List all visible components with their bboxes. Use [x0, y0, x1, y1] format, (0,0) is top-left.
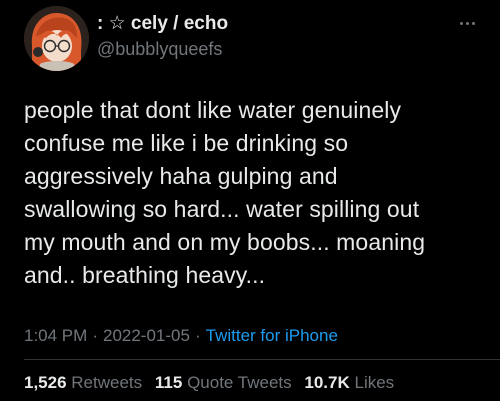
- tweet-text-line: people that dont like water genuinely: [24, 97, 402, 123]
- tweet-text-line: confuse me like i be drinking so: [24, 130, 349, 156]
- tweet-text-line: swallowing so hard... water spilling out: [24, 196, 420, 222]
- likes-count: 10.7K: [304, 373, 350, 392]
- quote-tweets-count: 115: [154, 373, 183, 392]
- meta-separator: ·: [194, 326, 201, 345]
- tweet-text-line: my mouth and on my boobs... moaning: [24, 229, 426, 255]
- tweet-date[interactable]: 2022-01-05: [103, 326, 190, 345]
- avatar-image: [24, 6, 89, 71]
- tweet-stats: 1,526 Retweets 115 Quote Tweets 10.7K Li…: [24, 372, 402, 394]
- retweets-count: 1,526: [24, 373, 67, 392]
- tweet-text-line: and.. breathing heavy...: [24, 262, 266, 288]
- user-handle[interactable]: @bubblyqueefs: [97, 37, 228, 61]
- retweets-stat[interactable]: 1,526 Retweets: [24, 373, 142, 392]
- likes-stat[interactable]: 10.7K Likes: [304, 373, 394, 392]
- author-names: : ☆ cely / echo @bubblyqueefs: [97, 11, 228, 61]
- retweets-label: Retweets: [71, 373, 143, 392]
- more-horizontal-icon[interactable]: [454, 14, 480, 32]
- tweet-source-link[interactable]: Twitter for iPhone: [206, 326, 338, 345]
- tweet-text-line: aggressively haha gulping and: [24, 163, 338, 189]
- meta-separator: ·: [92, 326, 98, 345]
- display-name[interactable]: : ☆ cely / echo: [97, 11, 228, 37]
- quote-tweets-stat[interactable]: 115 Quote Tweets: [155, 373, 292, 392]
- tweet-time[interactable]: 1:04 PM: [24, 326, 87, 345]
- divider: [24, 359, 500, 360]
- quote-tweets-label: Quote Tweets: [187, 373, 292, 392]
- tweet-text: people that dont like water genuinely co…: [24, 94, 484, 292]
- tweet-card: : ☆ cely / echo @bubblyqueefs people tha…: [0, 0, 500, 401]
- tweet-meta: 1:04 PM · 2022-01-05 · Twitter for iPhone: [24, 325, 338, 347]
- likes-label: Likes: [354, 373, 395, 392]
- avatar[interactable]: [24, 6, 89, 71]
